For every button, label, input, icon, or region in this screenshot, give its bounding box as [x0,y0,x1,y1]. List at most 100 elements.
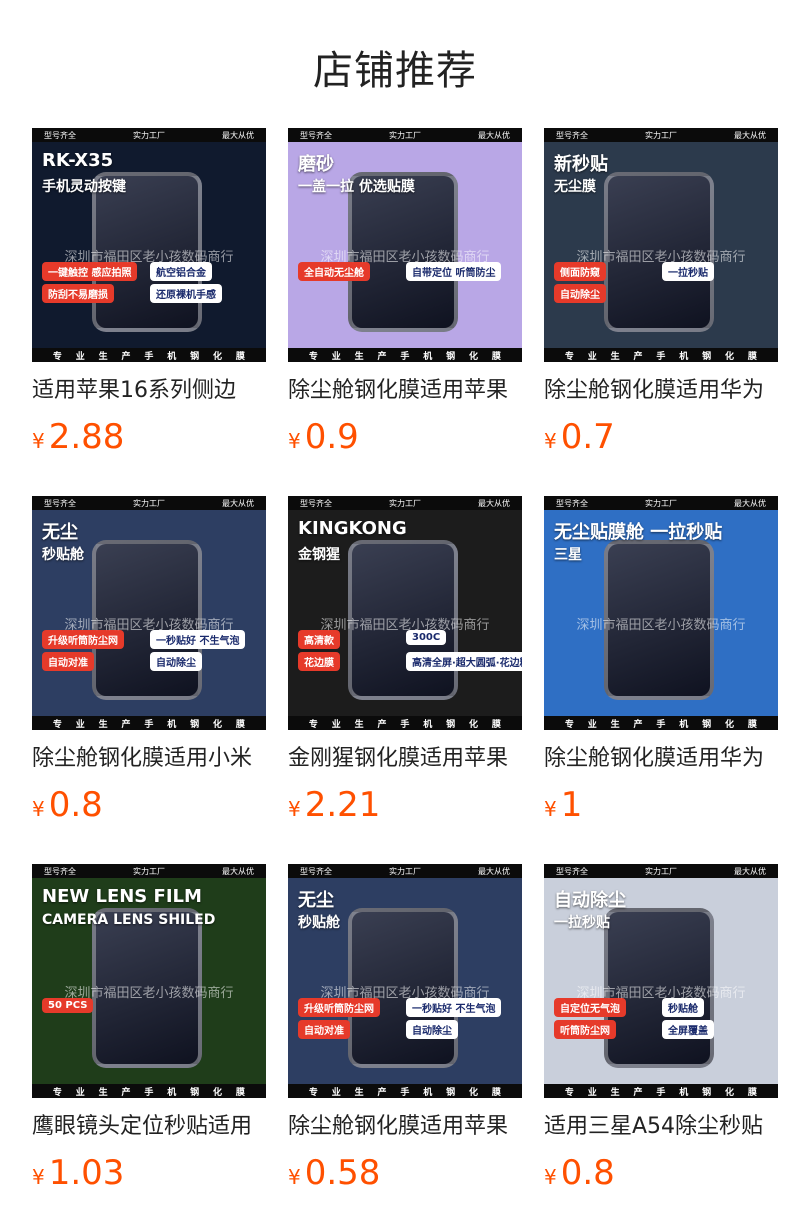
banner-char: 化 [725,719,735,730]
image-bottom-banner: 专业生产手机钢化膜 [288,348,522,362]
banner-char: 业 [587,1087,597,1098]
product-card[interactable]: 型号齐全 实力工厂 最大从优 NEW LENS FILM CAMERA LENS SHI… [32,864,266,1204]
image-bottom-banner: 专业生产手机钢化膜 [32,1084,266,1098]
product-card[interactable]: 型号齐全 实力工厂 最大从优 自动除尘 一拉秒贴 自定位无气泡 秒贴舱 听筒防尘网 全屏覆盖 深圳… [544,864,778,1204]
product-name[interactable]: 适用苹果16系列侧边 [32,376,266,406]
banner-char: 化 [213,351,223,362]
banner-text: 型号齐全 [44,130,76,140]
product-image[interactable]: 型号齐全 实力工厂 最大从优 无尘 秒贴舱 升级听筒防尘网 一秒贴好 不生气泡 自动对准 自动除… [32,496,266,730]
product-card[interactable]: 型号齐全 实力工厂 最大从优 KINGKONG 金钢猩 高清款 300C 花边膜 高清全屏·超大… [288,496,522,836]
watermark-text: 深圳市福田区老小孩数码商行 [320,986,490,1001]
product-name[interactable]: 适用三星A54除尘秒贴 [544,1112,778,1142]
banner-char: 手 [656,719,666,730]
product-artwork: RK-X35 手机灵动按键 一键触控 感应拍照 航空铝合金 防刮不易磨损 还原裸机手感 深圳… [32,142,266,348]
banner-char: 手 [656,1087,666,1098]
product-image[interactable]: 型号齐全 实力工厂 最大从优 新秒贴 无尘膜 侧面防窥 一拉秒贴 自动除尘 深圳市福田区老小孩数… [544,128,778,362]
banner-char: 化 [213,719,223,730]
banner-char: 生 [98,719,108,730]
product-card[interactable]: 型号齐全 实力工厂 最大从优 RK-X35 手机灵动按键 一键触控 感应拍照 航空铝合金 防刮… [32,128,266,468]
product-name[interactable]: 除尘舱钢化膜适用小米 [32,744,266,774]
product-image[interactable]: 型号齐全 实力工厂 最大从优 KINGKONG 金钢猩 高清款 300C 花边膜 高清全屏·超大… [288,496,522,730]
watermark-text: 深圳市福田区老小孩数码商行 [576,986,746,1001]
banner-text: 型号齐全 [44,866,76,876]
banner-char: 膜 [235,719,245,730]
banner-text: 实力工厂 [389,130,421,140]
banner-char: 钢 [446,1087,456,1098]
banner-text: 最大从优 [222,866,254,876]
banner-char: 机 [423,351,433,362]
product-name[interactable]: 金刚猩钢化膜适用苹果 [288,744,522,774]
product-name[interactable]: 除尘舱钢化膜适用华为 [544,744,778,774]
image-subheadline: 金钢猩 [298,547,340,563]
product-name[interactable]: 除尘舱钢化膜适用苹果 [288,1112,522,1142]
price-value: 2.21 [304,785,381,825]
watermark-text: 深圳市福田区老小孩数码商行 [576,618,746,633]
currency-symbol: ¥ [32,797,45,821]
product-card[interactable]: 型号齐全 实力工厂 最大从优 无尘 秒贴舱 升级听筒防尘网 一秒贴好 不生气泡 自动对准 自动除… [288,864,522,1204]
banner-char: 生 [610,719,620,730]
image-feature-chip: 花边膜 [298,652,340,671]
image-subheadline: 无尘膜 [554,179,596,195]
product-price: ¥1.03 [32,1150,124,1202]
product-image[interactable]: 型号齐全 实力工厂 最大从优 无尘 秒贴舱 升级听筒防尘网 一秒贴好 不生气泡 自动对准 自动除… [288,864,522,1098]
image-feature-chip: 听筒防尘网 [554,1020,616,1039]
product-image[interactable]: 型号齐全 实力工厂 最大从优 自动除尘 一拉秒贴 自定位无气泡 秒贴舱 听筒防尘网 全屏覆盖 深圳… [544,864,778,1098]
product-image[interactable]: 型号齐全 实力工厂 最大从优 磨砂 一盖一拉 优选贴膜 全自动无尘舱 自带定位 听筒防尘 深圳… [288,128,522,362]
product-card[interactable]: 型号齐全 实力工厂 最大从优 无尘贴膜舱 一拉秒贴 三星 深圳市福田区老小孩数码商行专 业 生… [544,496,778,836]
watermark-text: 深圳市福田区老小孩数码商行 [64,618,234,633]
image-subheadline: 一盖一拉 优选贴膜 [298,179,415,195]
image-headline: 无尘 [42,522,78,543]
image-headline: KINGKONG [298,518,407,539]
image-top-banner: 型号齐全 实力工厂 最大从优 [544,864,778,878]
banner-char: 产 [377,351,387,362]
banner-char: 业 [75,1087,85,1098]
image-headline: 磨砂 [298,154,334,175]
product-name[interactable]: 除尘舱钢化膜适用华为 [544,376,778,406]
product-image[interactable]: 型号齐全 实力工厂 最大从优 RK-X35 手机灵动按键 一键触控 感应拍照 航空铝合金 防刮… [32,128,266,362]
banner-char: 钢 [190,719,200,730]
banner-char: 业 [331,351,341,362]
banner-char: 钢 [190,1087,200,1098]
product-artwork: KINGKONG金钢猩高清款300C花边膜高清全屏·超大圆弧·花边精雕深圳市福田… [288,510,522,716]
banner-char: 专 [564,1087,574,1098]
image-headline: RK-X35 [42,150,114,171]
product-card[interactable]: 型号齐全 实力工厂 最大从优 磨砂 一盖一拉 优选贴膜 全自动无尘舱 自带定位 听筒防尘 深圳… [288,128,522,468]
image-bottom-banner: 专业生产手机钢化膜 [32,716,266,730]
banner-char: 化 [725,351,735,362]
banner-char: 钢 [190,351,200,362]
banner-char: 生 [98,351,108,362]
banner-text: 实力工厂 [389,866,421,876]
product-card[interactable]: 型号齐全 实力工厂 最大从优 无尘 秒贴舱 升级听筒防尘网 一秒贴好 不生气泡 自动对准 自动除… [32,496,266,836]
banner-char: 生 [98,1087,108,1098]
image-feature-chip: 防刮不易磨损 [42,284,114,303]
product-name[interactable]: 鹰眼镜头定位秒贴适用 [32,1112,266,1142]
banner-text: 型号齐全 [556,498,588,508]
banner-char: 生 [610,351,620,362]
image-feature-chip: 还原裸机手感 [150,284,222,303]
banner-char: 生 [354,719,364,730]
banner-char: 膜 [491,351,501,362]
currency-symbol: ¥ [288,429,301,453]
product-name[interactable]: 除尘舱钢化膜适用苹果 [288,376,522,406]
header: 店铺推荐 [0,0,790,128]
banner-char: 化 [469,1087,479,1098]
banner-char: 机 [167,719,177,730]
banner-text: 实力工厂 [645,498,677,508]
product-image[interactable]: 型号齐全 实力工厂 最大从优 NEW LENS FILM CAMERA LENS SHI… [32,864,266,1098]
product-artwork: NEW LENS FILM CAMERA LENS SHILED 50 PCS 深圳市… [32,878,266,1084]
image-headline: 新秒贴 [554,154,608,175]
image-feature-chip: 自动除尘 [150,652,202,671]
banner-char: 手 [144,719,154,730]
product-image[interactable]: 型号齐全 实力工厂 最大从优 无尘贴膜舱 一拉秒贴 三星 深圳市福田区老小孩数码商行专 业 生… [544,496,778,730]
product-card[interactable]: 型号齐全 实力工厂 最大从优 新秒贴 无尘膜 侧面防窥 一拉秒贴 自动除尘 深圳市福田区老小孩数… [544,128,778,468]
currency-symbol: ¥ [544,429,557,453]
image-bottom-banner: 专业生产手机钢化膜 [32,348,266,362]
banner-text: 最大从优 [222,130,254,140]
banner-text: 实力工厂 [645,866,677,876]
image-feature-chip: 自动除尘 [406,1020,458,1039]
currency-symbol: ¥ [32,1165,45,1189]
image-subheadline: 秒贴舱 [42,547,84,563]
currency-symbol: ¥ [544,797,557,821]
banner-char: 手 [144,351,154,362]
price-value: 0.9 [304,417,359,457]
